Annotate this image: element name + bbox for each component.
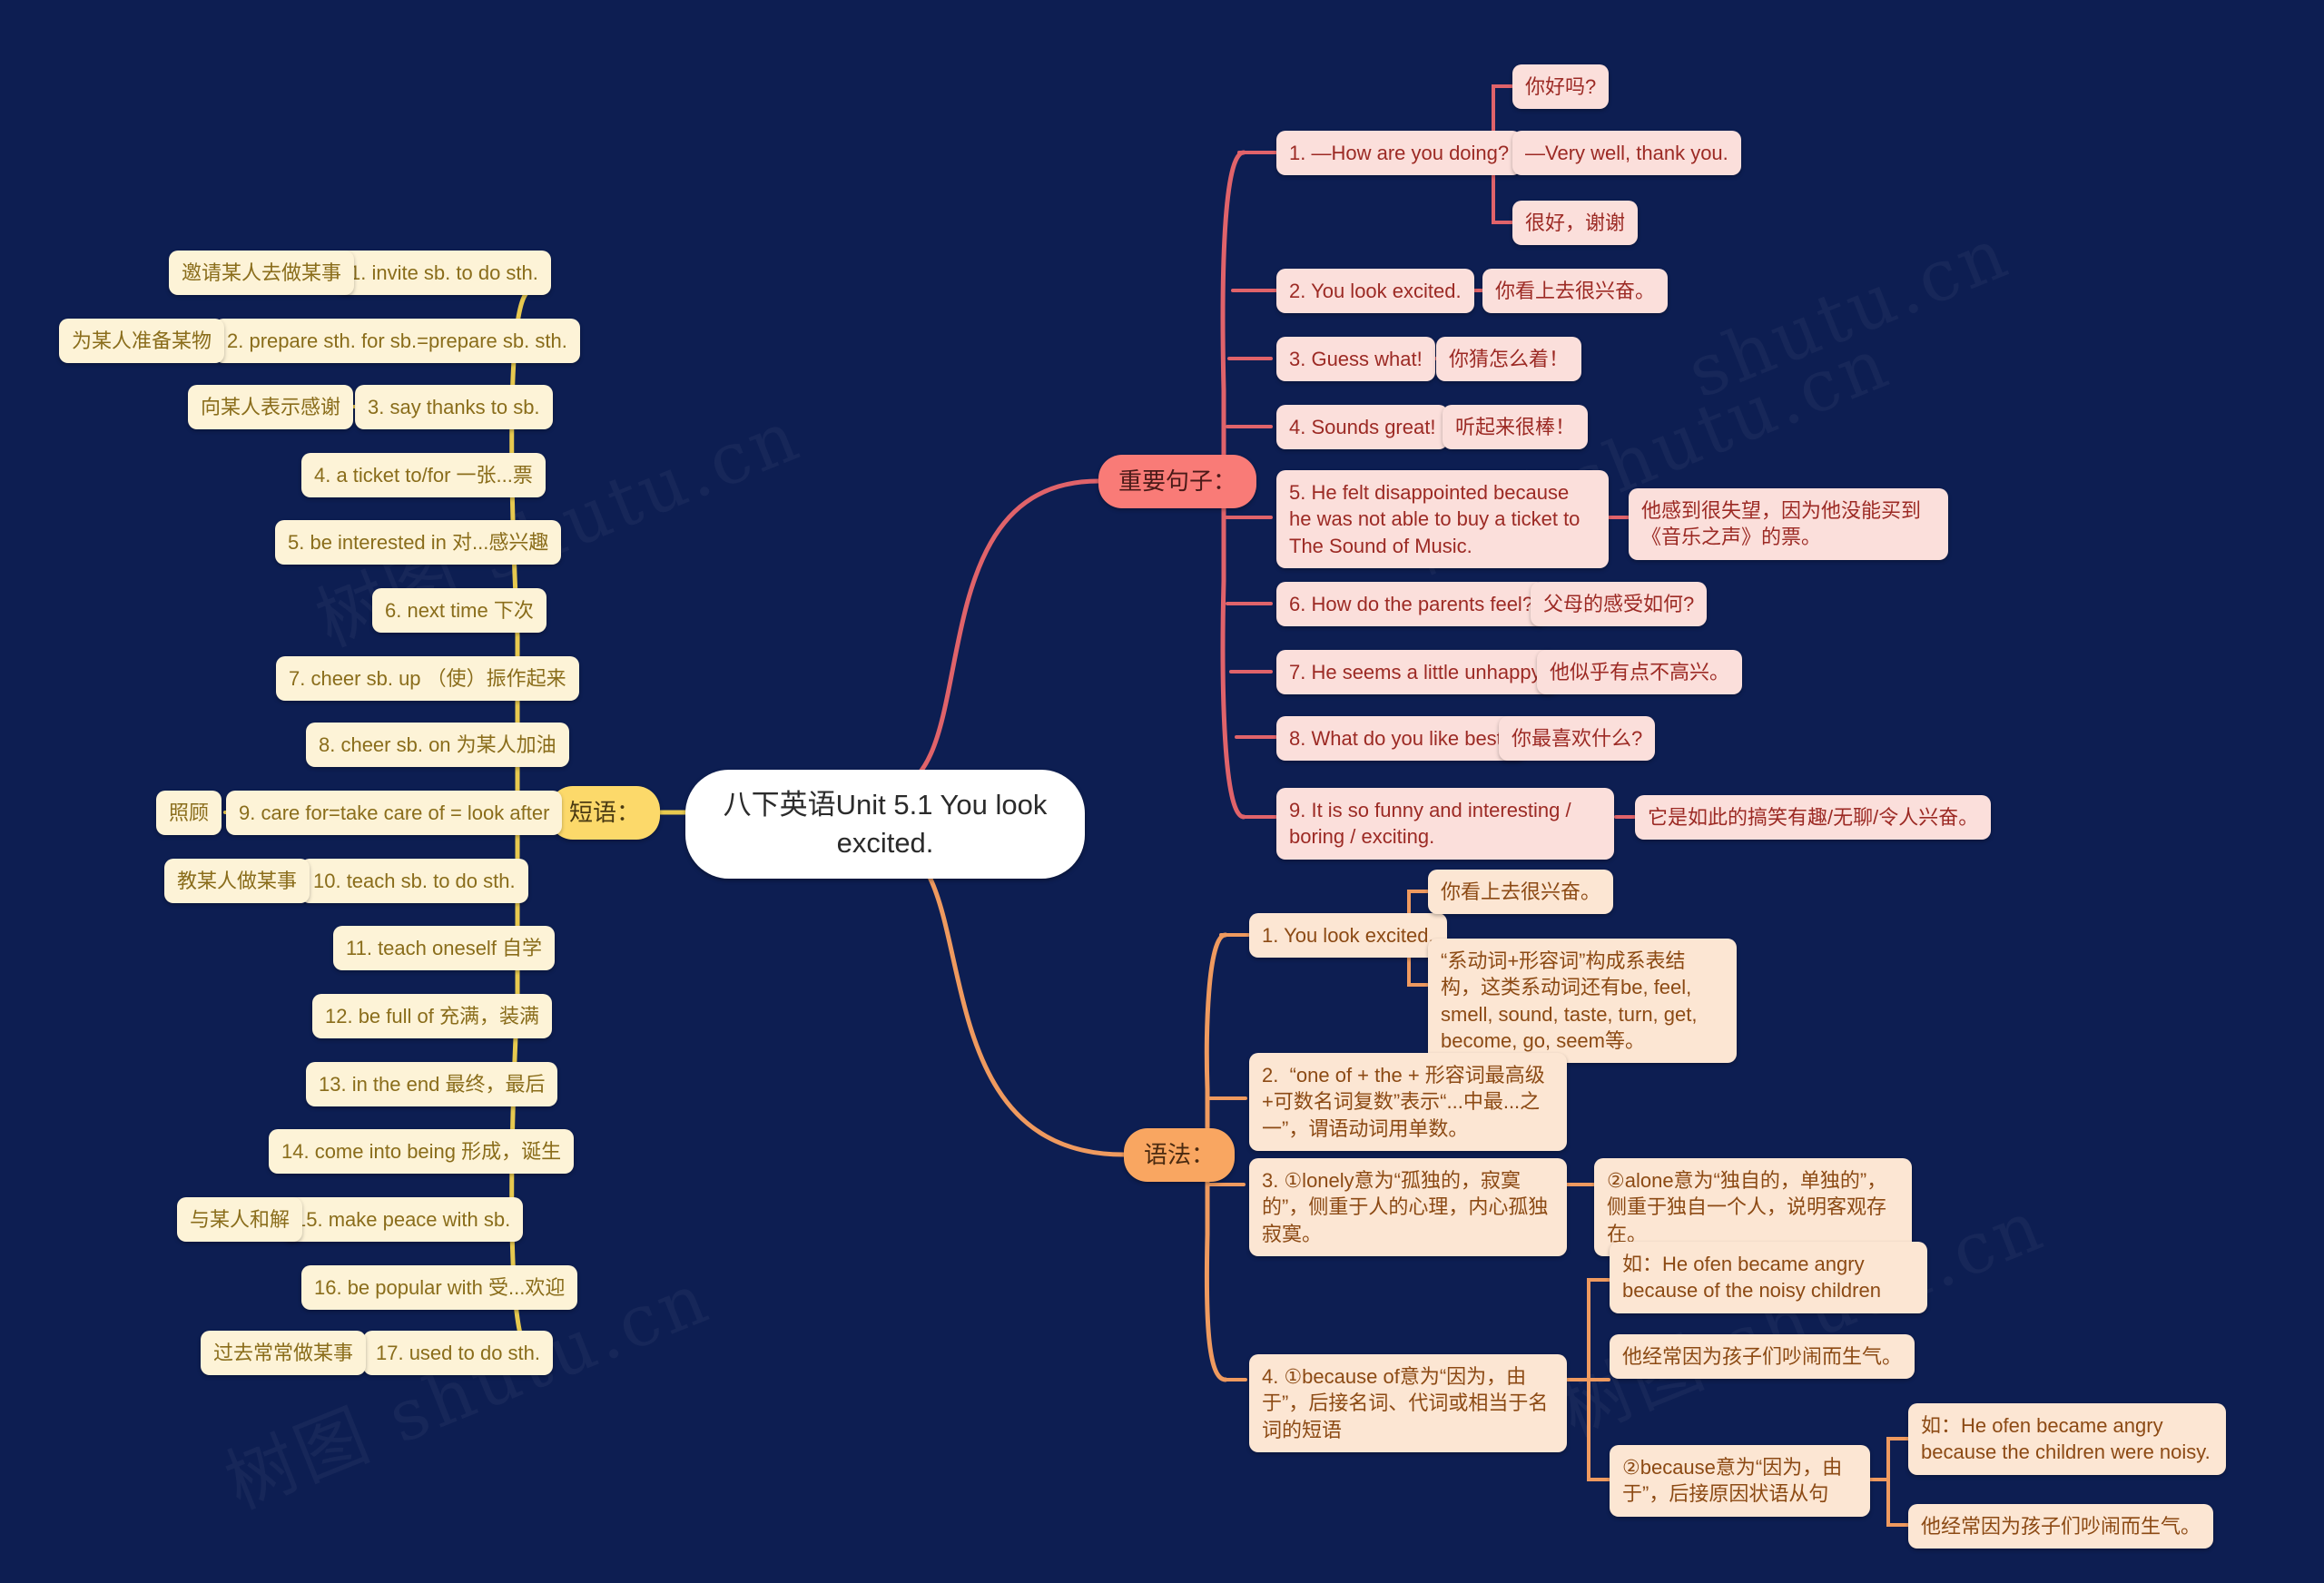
- sentence-7-child-1[interactable]: 他似乎有点不高兴。: [1537, 650, 1743, 695]
- branch-sentences[interactable]: 重要句子：: [1098, 455, 1257, 508]
- sentence-6[interactable]: 6. How do the parents feel?: [1276, 582, 1547, 627]
- grammar-3[interactable]: 3. ①lonely意为“孤独的，寂寞的”，侧重于人的心理，内心孤独寂寞。: [1249, 1158, 1567, 1256]
- sentence-1-child-2[interactable]: —Very well, thank you.: [1512, 131, 1741, 176]
- phrase-en-12[interactable]: 12. be full of 充满，装满: [312, 994, 552, 1039]
- grammar-4-child-1[interactable]: 如：He ofen became angry because of the no…: [1610, 1242, 1927, 1313]
- sentence-9[interactable]: 9. It is so funny and interesting / bori…: [1276, 788, 1614, 860]
- phrase-zh-17[interactable]: 过去常常做某事: [201, 1331, 367, 1376]
- phrase-en-14[interactable]: 14. come into being 形成，诞生: [269, 1129, 575, 1175]
- sentence-1-child-3[interactable]: 很好，谢谢: [1512, 201, 1639, 246]
- sentence-1-child-1[interactable]: 你好吗?: [1512, 64, 1610, 110]
- sentence-3[interactable]: 3. Guess what!: [1276, 337, 1435, 382]
- grammar-4-child-3-sub-2[interactable]: 他经常因为孩子们吵闹而生气。: [1908, 1504, 2214, 1549]
- grammar-1-child-1[interactable]: 你看上去很兴奋。: [1428, 870, 1614, 915]
- sentence-5-child-1[interactable]: 他感到很失望，因为他没能买到《音乐之声》的票。: [1629, 488, 1948, 560]
- phrase-en-2[interactable]: 2. prepare sth. for sb.=prepare sb. sth.: [214, 319, 580, 364]
- phrase-zh-10[interactable]: 教某人做某事: [164, 859, 310, 904]
- phrase-zh-3[interactable]: 向某人表示感谢: [188, 385, 354, 430]
- phrase-en-8[interactable]: 8. cheer sb. on 为某人加油: [306, 723, 569, 768]
- phrase-en-1[interactable]: 1. invite sb. to do sth.: [337, 251, 551, 296]
- sentence-6-child-1[interactable]: 父母的感受如何?: [1531, 582, 1708, 627]
- grammar-2[interactable]: 2. “one of + the + 形容词最高级+可数名词复数”表示“...中…: [1249, 1053, 1567, 1151]
- phrase-en-3[interactable]: 3. say thanks to sb.: [355, 385, 553, 430]
- phrase-en-11[interactable]: 11. teach oneself 自学: [333, 926, 556, 971]
- phrase-zh-9[interactable]: 照顾: [156, 791, 222, 836]
- sentence-2[interactable]: 2. You look excited.: [1276, 269, 1474, 314]
- sentence-5[interactable]: 5. He felt disappointed because he was n…: [1276, 470, 1609, 568]
- phrase-en-10[interactable]: 10. teach sb. to do sth.: [300, 859, 528, 904]
- branch-grammar[interactable]: 语法：: [1124, 1128, 1236, 1182]
- sentence-3-child-1[interactable]: 你猜怎么着！: [1436, 337, 1582, 382]
- phrase-en-15[interactable]: 15. make peace with sb.: [282, 1197, 524, 1243]
- grammar-4[interactable]: 4. ①because of意为“因为，由于”，后接名词、代词或相当于名词的短语: [1249, 1354, 1567, 1452]
- grammar-4-child-2[interactable]: 他经常因为孩子们吵闹而生气。: [1610, 1334, 1915, 1380]
- phrase-en-7[interactable]: 7. cheer sb. up （使）振作起来: [276, 656, 579, 702]
- root-node[interactable]: 八下英语Unit 5.1 You look excited.: [685, 770, 1085, 879]
- branch-phrases[interactable]: 短语：: [549, 786, 661, 840]
- phrase-en-17[interactable]: 17. used to do sth.: [363, 1331, 554, 1376]
- phrase-en-16[interactable]: 16. be popular with 受...欢迎: [301, 1265, 578, 1311]
- grammar-1-child-2[interactable]: “系动词+形容词”构成系表结构，这类系动词还有be, feel, smell, …: [1428, 939, 1737, 1063]
- sentence-8[interactable]: 8. What do you like best?: [1276, 716, 1527, 762]
- phrase-en-4[interactable]: 4. a ticket to/for 一张...票: [301, 453, 546, 498]
- grammar-4-child-3[interactable]: ②because意为“因为，由于”，后接原因状语从句: [1610, 1445, 1870, 1517]
- sentence-1[interactable]: 1. —How are you doing?: [1276, 131, 1522, 176]
- phrase-en-13[interactable]: 13. in the end 最终，最后: [306, 1062, 558, 1107]
- grammar-1[interactable]: 1. You look excited.: [1249, 913, 1447, 959]
- sentence-7[interactable]: 7. He seems a little unhappy.: [1276, 650, 1559, 695]
- phrase-zh-15[interactable]: 与某人和解: [177, 1197, 303, 1243]
- phrase-en-9[interactable]: 9. care for=take care of = look after: [226, 791, 563, 836]
- phrase-en-6[interactable]: 6. next time 下次: [372, 588, 547, 634]
- grammar-4-child-3-sub-1[interactable]: 如：He ofen became angry because the child…: [1908, 1403, 2226, 1475]
- sentence-4[interactable]: 4. Sounds great!: [1276, 405, 1449, 450]
- sentence-2-child-1[interactable]: 你看上去很兴奋。: [1482, 269, 1669, 314]
- phrase-zh-2[interactable]: 为某人准备某物: [59, 319, 225, 364]
- sentence-8-child-1[interactable]: 你最喜欢什么?: [1499, 716, 1656, 762]
- phrase-en-5[interactable]: 5. be interested in 对...感兴趣: [275, 520, 562, 565]
- sentence-9-child-1[interactable]: 它是如此的搞笑有趣/无聊/令人兴奋。: [1635, 795, 1992, 841]
- sentence-4-child-1[interactable]: 听起来很棒！: [1443, 405, 1589, 450]
- mindmap-canvas: 树图 shutu.cn 树图 shutu.cn 树图 shutu.cn 树图 s…: [0, 0, 2324, 1583]
- phrase-zh-1[interactable]: 邀请某人去做某事: [169, 251, 355, 296]
